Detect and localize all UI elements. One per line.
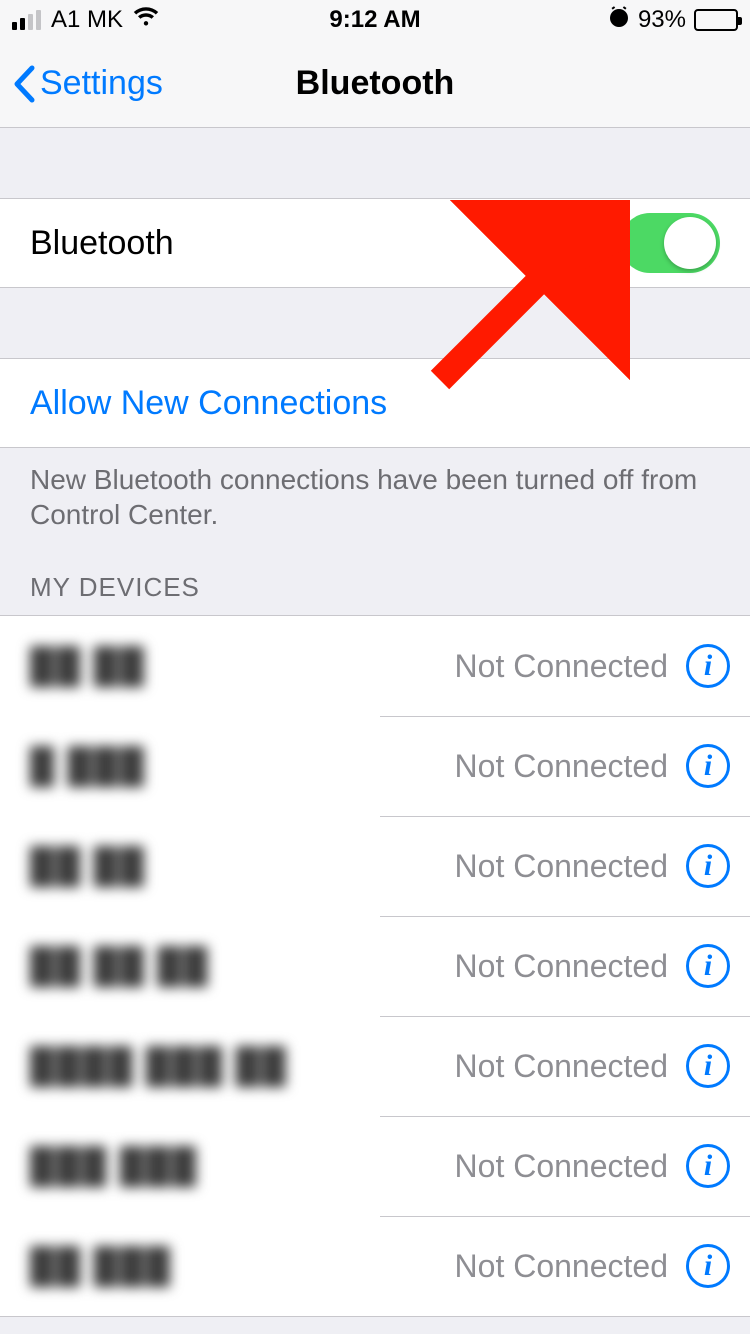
- allow-new-connections-label: Allow New Connections: [30, 384, 387, 423]
- device-status: Not Connected: [455, 1248, 668, 1285]
- device-row[interactable]: ██ ██ Not Connected i: [0, 816, 750, 916]
- device-name: ██ ██: [30, 847, 146, 886]
- status-bar: A1 MK 9:12 AM 93%: [0, 0, 750, 40]
- my-devices-list: ██ ██ Not Connected i █ ███ Not Connecte…: [0, 615, 750, 1317]
- alarm-icon: [608, 6, 630, 35]
- info-icon[interactable]: i: [686, 1044, 730, 1088]
- device-name: █ ███: [30, 747, 146, 786]
- wifi-icon: [133, 6, 159, 34]
- back-label: Settings: [40, 64, 163, 103]
- device-name: ███ ███: [30, 1147, 198, 1186]
- bluetooth-toggle-row[interactable]: Bluetooth: [0, 198, 750, 288]
- info-icon[interactable]: i: [686, 1144, 730, 1188]
- device-name: ██ ██: [30, 647, 146, 686]
- info-icon[interactable]: i: [686, 1244, 730, 1288]
- info-icon[interactable]: i: [686, 844, 730, 888]
- cell-signal-icon: [12, 10, 41, 30]
- device-status: Not Connected: [455, 648, 668, 685]
- switch-knob: [664, 217, 716, 269]
- battery-pct-label: 93%: [638, 6, 686, 34]
- bluetooth-switch[interactable]: [620, 213, 720, 273]
- device-row[interactable]: ██ ██ Not Connected i: [0, 616, 750, 716]
- info-icon[interactable]: i: [686, 944, 730, 988]
- info-icon[interactable]: i: [686, 744, 730, 788]
- other-devices-header: OTHER DEVICES: [0, 1317, 750, 1334]
- device-name: ████ ███ ██: [30, 1047, 288, 1086]
- carrier-label: A1 MK: [51, 6, 123, 34]
- spacer: [0, 128, 750, 198]
- chevron-left-icon: [12, 65, 36, 103]
- bluetooth-toggle-label: Bluetooth: [30, 224, 174, 263]
- device-row[interactable]: ██ ███ Not Connected i: [0, 1216, 750, 1316]
- status-right: 93%: [496, 6, 738, 35]
- back-button[interactable]: Settings: [12, 64, 163, 103]
- device-status: Not Connected: [455, 1048, 668, 1085]
- my-devices-header: MY DEVICES: [0, 532, 750, 615]
- nav-bar: Settings Bluetooth: [0, 40, 750, 128]
- device-name: ██ ██ ██: [30, 947, 209, 986]
- status-left: A1 MK: [12, 6, 254, 34]
- battery-icon: [694, 9, 738, 31]
- device-row[interactable]: █ ███ Not Connected i: [0, 716, 750, 816]
- device-status: Not Connected: [455, 1148, 668, 1185]
- device-row[interactable]: ██ ██ ██ Not Connected i: [0, 916, 750, 1016]
- device-row[interactable]: ████ ███ ██ Not Connected i: [0, 1016, 750, 1116]
- footer-note: New Bluetooth connections have been turn…: [0, 448, 750, 532]
- allow-new-connections-row[interactable]: Allow New Connections: [0, 358, 750, 448]
- device-status: Not Connected: [455, 848, 668, 885]
- device-name: ██ ███: [30, 1247, 172, 1286]
- device-status: Not Connected: [455, 748, 668, 785]
- spacer: [0, 288, 750, 358]
- info-icon[interactable]: i: [686, 644, 730, 688]
- clock-label: 9:12 AM: [254, 6, 496, 34]
- device-status: Not Connected: [455, 948, 668, 985]
- device-row[interactable]: ███ ███ Not Connected i: [0, 1116, 750, 1216]
